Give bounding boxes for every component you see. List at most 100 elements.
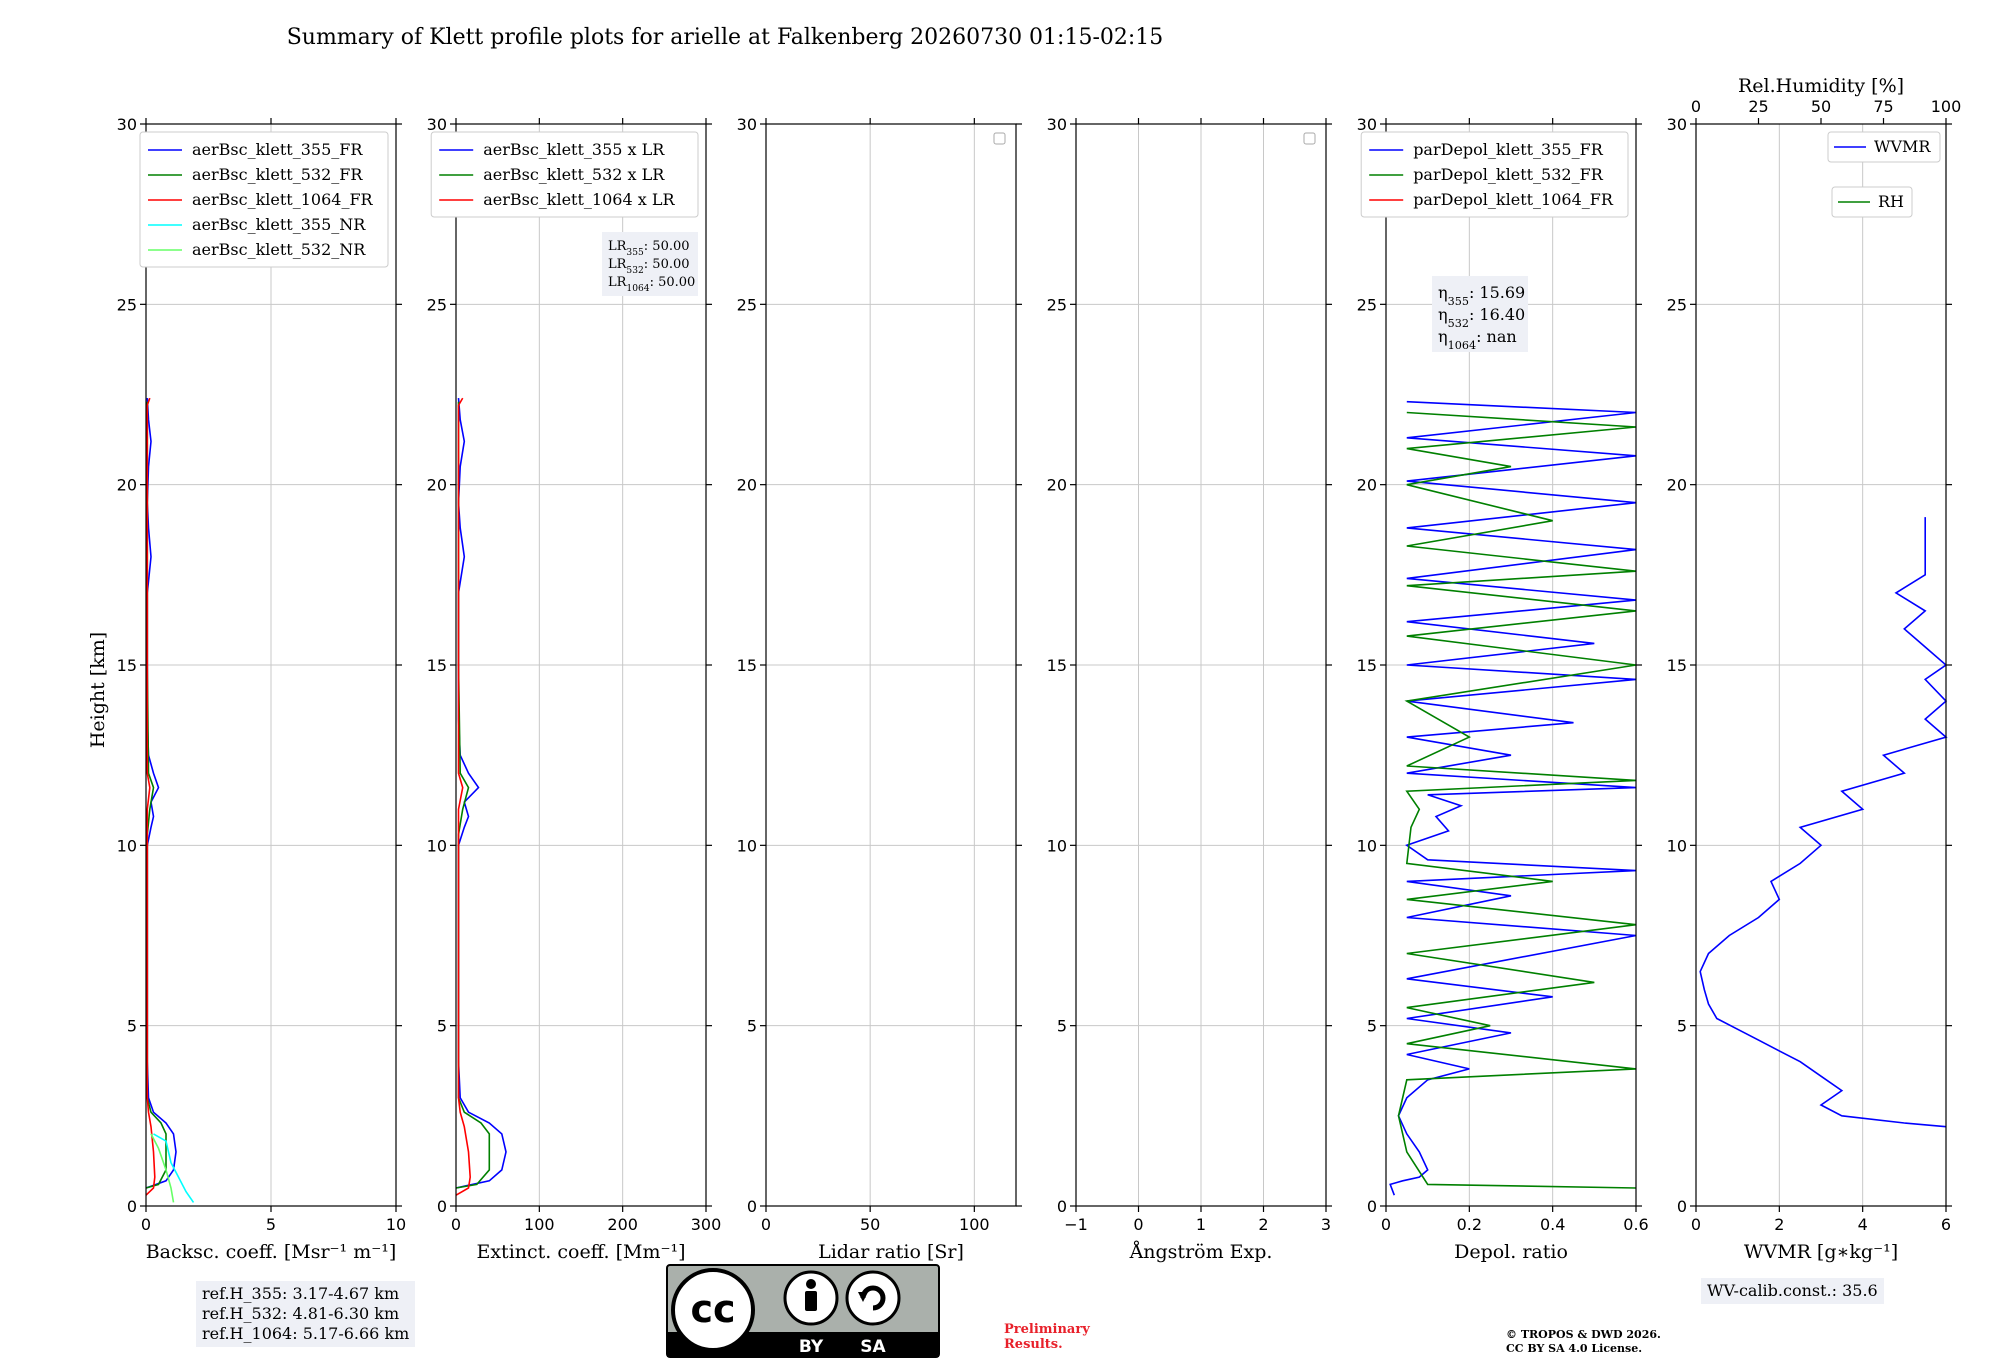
grid xyxy=(1695,123,1947,1207)
y-tick-label: 15 xyxy=(1667,656,1687,675)
y-tick-label: 0 xyxy=(127,1197,137,1216)
y-tick-label: 25 xyxy=(1047,295,1067,314)
y-tick-label: 25 xyxy=(737,295,757,314)
y-tick-label: 20 xyxy=(1667,476,1687,495)
x-tick-label: 5 xyxy=(266,1215,276,1234)
legend-label: aerBsc_klett_355_FR xyxy=(192,140,363,159)
wv-calib-text: WV-calib.const.: 35.6 xyxy=(1707,1281,1878,1300)
legend-label: aerBsc_klett_355_NR xyxy=(192,215,366,234)
legend-label: WVMR xyxy=(1874,137,1931,156)
y-tick-label: 30 xyxy=(1357,115,1377,134)
x-tick-label: 6 xyxy=(1941,1215,1951,1234)
y-tick-label: 10 xyxy=(737,836,757,855)
x-tick-label: 100 xyxy=(524,1215,555,1234)
legend-label: aerBsc_klett_355 x LR xyxy=(483,140,665,159)
preliminary-line-1: Preliminary xyxy=(1004,1322,1090,1337)
x-tick-label: 0 xyxy=(1133,1215,1143,1234)
x-axis-label: Backsc. coeff. [Msr⁻¹ m⁻¹] xyxy=(146,1241,397,1263)
grid xyxy=(145,123,397,1207)
panel-angstrom: 051015202530−1 0 1 2 3Ångström Exp. xyxy=(1047,115,1332,1263)
y-tick-label: 15 xyxy=(427,656,447,675)
x-tick-label: 2 xyxy=(1258,1215,1268,1234)
x-tick-label: 2 xyxy=(1774,1215,1784,1234)
top-x-tick-label: 75 xyxy=(1873,97,1893,116)
y-tick-label: 30 xyxy=(1047,115,1067,134)
x-tick-label: 0 xyxy=(141,1215,151,1234)
y-tick-label: 15 xyxy=(1357,656,1377,675)
y-tick-label: 30 xyxy=(1667,115,1687,134)
legend-label: parDepol_klett_532_FR xyxy=(1413,165,1604,184)
y-tick-label: 30 xyxy=(737,115,757,134)
x-tick-label: 0 xyxy=(761,1215,771,1234)
y-tick-label: 20 xyxy=(427,476,447,495)
y-tick-label: 15 xyxy=(737,656,757,675)
top-x-tick-label: 25 xyxy=(1748,97,1768,116)
top-x-tick-label: 100 xyxy=(1931,97,1962,116)
y-tick-label: 5 xyxy=(747,1017,757,1036)
grid xyxy=(765,123,1016,1207)
x-tick-label: 3 xyxy=(1321,1215,1331,1234)
panel-lidar_ratio: 0 5 10 15 20 25 30 0 50 100 Lidar ratio [Sr] xyxy=(737,115,1022,1263)
x-tick-label: 100 xyxy=(959,1215,990,1234)
x-tick-label: 300 xyxy=(691,1215,722,1234)
x-axis-label: Lidar ratio [Sr] xyxy=(818,1241,964,1263)
x-axis-label: Ångström Exp. xyxy=(1129,1241,1273,1263)
x-tick-label: 200 xyxy=(607,1215,638,1234)
panel-depol: 0 5 10 15 20 25 30 0 0.2 0.4 0.6 Depol. ratio parDep… xyxy=(1357,115,1649,1263)
preliminary-note: Preliminary Results. xyxy=(1004,1322,1090,1352)
figure-title: Summary of Klett profile plots for ariel… xyxy=(287,25,1164,50)
empty-legend-box xyxy=(993,132,1006,145)
grid xyxy=(1075,123,1327,1207)
sa-label: SA xyxy=(860,1337,886,1357)
panel-backsc: 0 5 10 15 20 25 30 0 5 10 Backsc. coeff. [Msr⁻¹ m⁻… xyxy=(117,115,407,1263)
y-tick-label: 10 xyxy=(117,836,137,855)
y-tick-label: 10 xyxy=(1667,836,1687,855)
empty-legend-box xyxy=(1303,132,1316,145)
top-x-tick-label: 50 xyxy=(1811,97,1831,116)
preliminary-line-2: Results. xyxy=(1004,1337,1063,1352)
x-tick-label: 0 xyxy=(1381,1215,1391,1234)
x-tick-label: 0.2 xyxy=(1457,1215,1482,1234)
legend: parDepol_klett_355_FR parDepol_klett_532_… xyxy=(1360,131,1629,218)
y-tick-label: 20 xyxy=(1047,476,1067,495)
series-line-aerBsc_klett_355_NR xyxy=(153,1133,195,1203)
legend-label: aerBsc_klett_1064_FR xyxy=(192,190,374,209)
share-alike-icon xyxy=(845,1270,901,1326)
x-axis-label: WVMR [g∗kg⁻¹] xyxy=(1744,1241,1898,1263)
panel-wvmr: 0510152025300 2 4 6WVMR [g∗kg⁻¹]0 25 50 75 100R… xyxy=(1667,75,1962,1263)
series-line-WVMR xyxy=(1699,517,1948,1128)
legend-label: aerBsc_klett_1064 x LR xyxy=(483,190,675,209)
y-tick-label: 25 xyxy=(1667,295,1687,314)
annotation-box: LR355: 50.00LR532: 50.00LR1064: 50.00 xyxy=(602,232,698,296)
legend-label: aerBsc_klett_532 x LR xyxy=(483,165,665,184)
legend-label: aerBsc_klett_532_NR xyxy=(192,240,366,259)
y-tick-label: 5 xyxy=(1057,1017,1067,1036)
reference-height-box: ref.H_355: 3.17-4.67 km ref.H_532: 4.81-… xyxy=(196,1281,416,1347)
x-tick-label: 1 xyxy=(1196,1215,1206,1234)
series-line-aerBsc_klett_355 x LR xyxy=(455,398,507,1189)
y-tick-label: 5 xyxy=(1677,1017,1687,1036)
top-x-axis-label: Rel.Humidity [%] xyxy=(1738,75,1904,97)
y-tick-label: 20 xyxy=(1357,476,1377,495)
y-tick-label: 0 xyxy=(437,1197,447,1216)
y-tick-label: 30 xyxy=(427,115,447,134)
y-axis-label: Height [km] xyxy=(87,632,109,748)
x-tick-label: 0.6 xyxy=(1623,1215,1648,1234)
panel-extinct: 0510152025300 100 200 300Extinct. coeff. [M… xyxy=(427,115,722,1263)
x-axis-label: Depol. ratio xyxy=(1454,1241,1568,1263)
x-tick-label: 4 xyxy=(1858,1215,1868,1234)
copyright-line-1: © TROPOS & DWD 2026. xyxy=(1506,1328,1661,1341)
y-tick-label: 0 xyxy=(1057,1197,1067,1216)
y-tick-label: 15 xyxy=(1047,656,1067,675)
panels: 0510152025300 5 10Backsc. coeff. [Msr⁻¹ m⁻… xyxy=(117,75,1962,1263)
ref-height-355: ref.H_355: 3.17-4.67 km xyxy=(202,1284,400,1303)
y-tick-label: 5 xyxy=(437,1017,447,1036)
cc-text: cc xyxy=(690,1287,735,1331)
legend: aerBsc_klett_355_FR aerBsc_klett_532_FRae… xyxy=(139,131,389,268)
top-x-tick-label: 0 xyxy=(1691,97,1701,116)
x-tick-label: 50 xyxy=(860,1215,880,1234)
x-axis-label: Extinct. coeff. [Mm⁻¹] xyxy=(476,1241,685,1263)
y-tick-label: 0 xyxy=(1367,1197,1377,1216)
y-tick-label: 5 xyxy=(127,1017,137,1036)
y-tick-label: 20 xyxy=(737,476,757,495)
